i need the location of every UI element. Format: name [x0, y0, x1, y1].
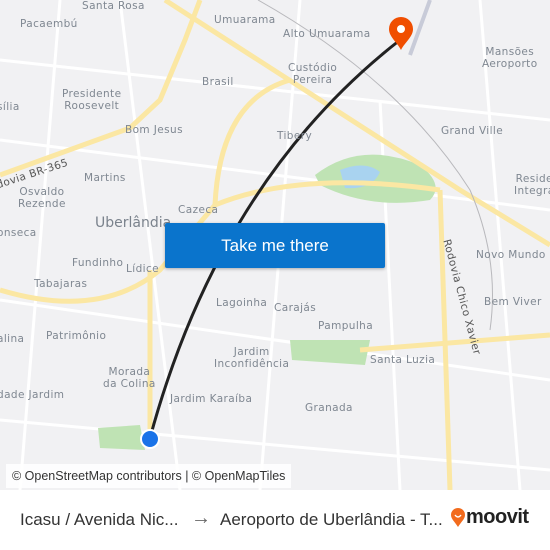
place-label: Brasil [202, 76, 234, 88]
place-label: Alto Umuarama [283, 28, 371, 40]
place-label: Tabajaras [34, 278, 88, 290]
place-label: onseca [0, 227, 37, 239]
place-label: Jardim Karaíba [170, 393, 253, 405]
place-label: Grand Ville [441, 125, 504, 137]
park [290, 340, 370, 365]
place-label: Carajás [274, 302, 317, 314]
place-label: Tibery [277, 130, 313, 142]
place-label: ResideIntegra [514, 173, 550, 197]
place-label: alina [0, 333, 25, 345]
openmaptiles-link[interactable]: © OpenMapTiles [192, 469, 286, 483]
place-label: Custódio Pereira [288, 62, 338, 86]
place-label: Santa Rosa [82, 0, 145, 12]
place-label: dade Jardim [0, 389, 65, 401]
place-label: Lídice [126, 263, 159, 275]
place-label: Bem Viver [484, 296, 542, 308]
place-label: Santa Luzia [370, 354, 436, 366]
moovit-logo: moovit [450, 506, 529, 529]
map-attribution: © OpenStreetMap contributors | © OpenMap… [6, 464, 292, 488]
place-label: Fundinho [72, 257, 124, 269]
place-label: Novo Mundo [476, 249, 546, 261]
place-label: Mansões Aeroporto [482, 46, 538, 70]
destination-name: Aeroporto de Uberlândia - T... [220, 510, 443, 529]
place-label: Osvaldo Rezende [18, 186, 66, 210]
place-label: Jardim Inconfidência [214, 346, 290, 370]
place-label: Pacaembú [20, 18, 78, 30]
place-label: Granada [305, 402, 353, 414]
place-label: Patrimônio [46, 330, 107, 342]
route-footer: Icasu / Avenida Nic... → Aeroporto de Ub… [0, 490, 550, 550]
take-me-there-button[interactable]: Take me there [165, 223, 385, 268]
osm-link[interactable]: © OpenStreetMap contributors [12, 469, 182, 483]
place-label: Martins [84, 172, 126, 184]
place-label: Pampulha [318, 320, 374, 332]
map[interactable]: Santa Rosa Pacaembú Umuarama Alto Umuarama M… [0, 0, 550, 490]
place-label: Lagoinha [216, 297, 268, 309]
origin-dot-icon [140, 429, 160, 449]
place-label: Presidente Roosevelt [62, 88, 122, 112]
place-label: Cazeca [178, 204, 219, 216]
arrow-right-icon: → [191, 507, 211, 529]
origin-name: Icasu / Avenida Nic... [20, 510, 179, 529]
place-label: Umuarama [214, 14, 276, 26]
moovit-pin-icon [451, 507, 465, 527]
park [98, 425, 145, 450]
place-label: sília [0, 101, 20, 113]
place-label: Uberlândia [95, 215, 172, 231]
place-label: Bom Jesus [125, 124, 183, 136]
runway [408, 0, 432, 56]
place-label: Morada da Colina [103, 366, 156, 390]
